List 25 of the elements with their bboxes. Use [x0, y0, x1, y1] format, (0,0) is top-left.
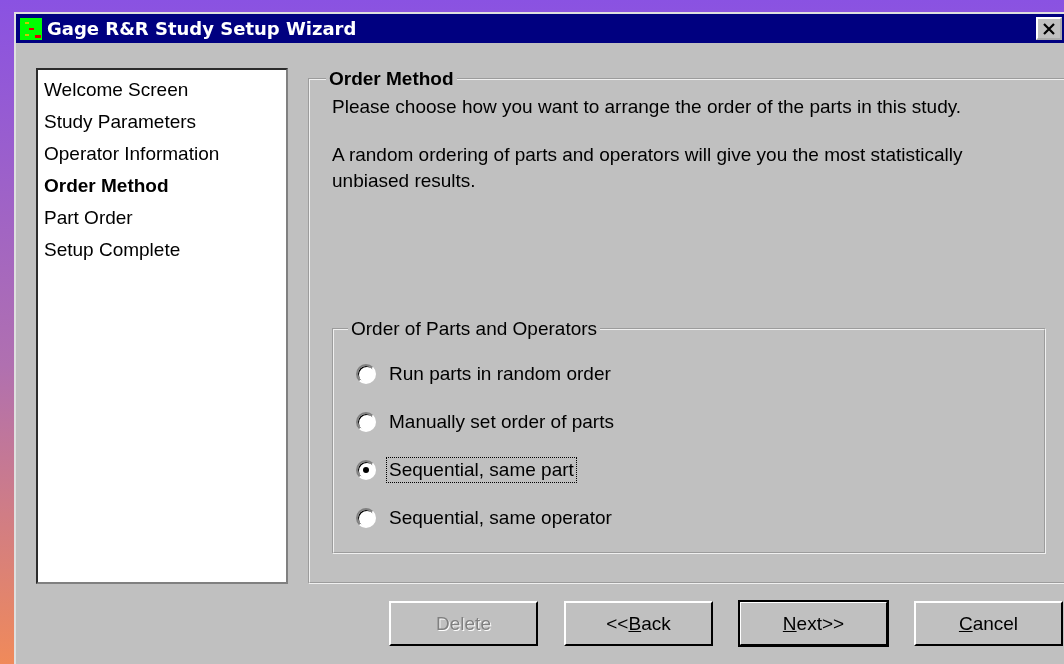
step-item[interactable]: Welcome Screen — [44, 74, 280, 106]
option-label[interactable]: Run parts in random order — [386, 361, 614, 387]
wizard-button[interactable]: Next>> — [739, 601, 888, 646]
panel-title: Order Method — [328, 68, 455, 90]
option-label[interactable]: Sequential, same part — [386, 457, 577, 483]
window-title: Gage R&R Study Setup Wizard — [47, 18, 358, 39]
step-item[interactable]: Part Order — [44, 202, 280, 234]
radio-button[interactable] — [356, 508, 376, 528]
wizard-button[interactable]: Cancel — [914, 601, 1063, 646]
step-item[interactable]: Setup Complete — [44, 234, 280, 266]
close-button[interactable] — [1036, 17, 1062, 40]
close-icon — [1043, 22, 1055, 35]
radio-button[interactable] — [356, 412, 376, 432]
app-icon — [20, 17, 42, 40]
option-label[interactable]: Sequential, same operator — [386, 505, 615, 531]
radio-button[interactable] — [356, 460, 376, 480]
option-label[interactable]: Manually set order of parts — [386, 409, 617, 435]
instruction-text: Please choose how you want to arrange the order of the parts in this study. — [332, 95, 963, 119]
step-item[interactable]: Operator Information — [44, 138, 280, 170]
instruction-text: A random ordering of parts and operators will give you the most statistically unbiased results. — [332, 143, 964, 193]
wizard-button[interactable]: <<Back — [564, 601, 713, 646]
group-title: Order of Parts and Operators — [350, 318, 599, 340]
radio-button[interactable] — [356, 364, 376, 384]
step-item[interactable]: Order Method — [44, 170, 280, 202]
step-item[interactable]: Study Parameters — [44, 106, 280, 138]
